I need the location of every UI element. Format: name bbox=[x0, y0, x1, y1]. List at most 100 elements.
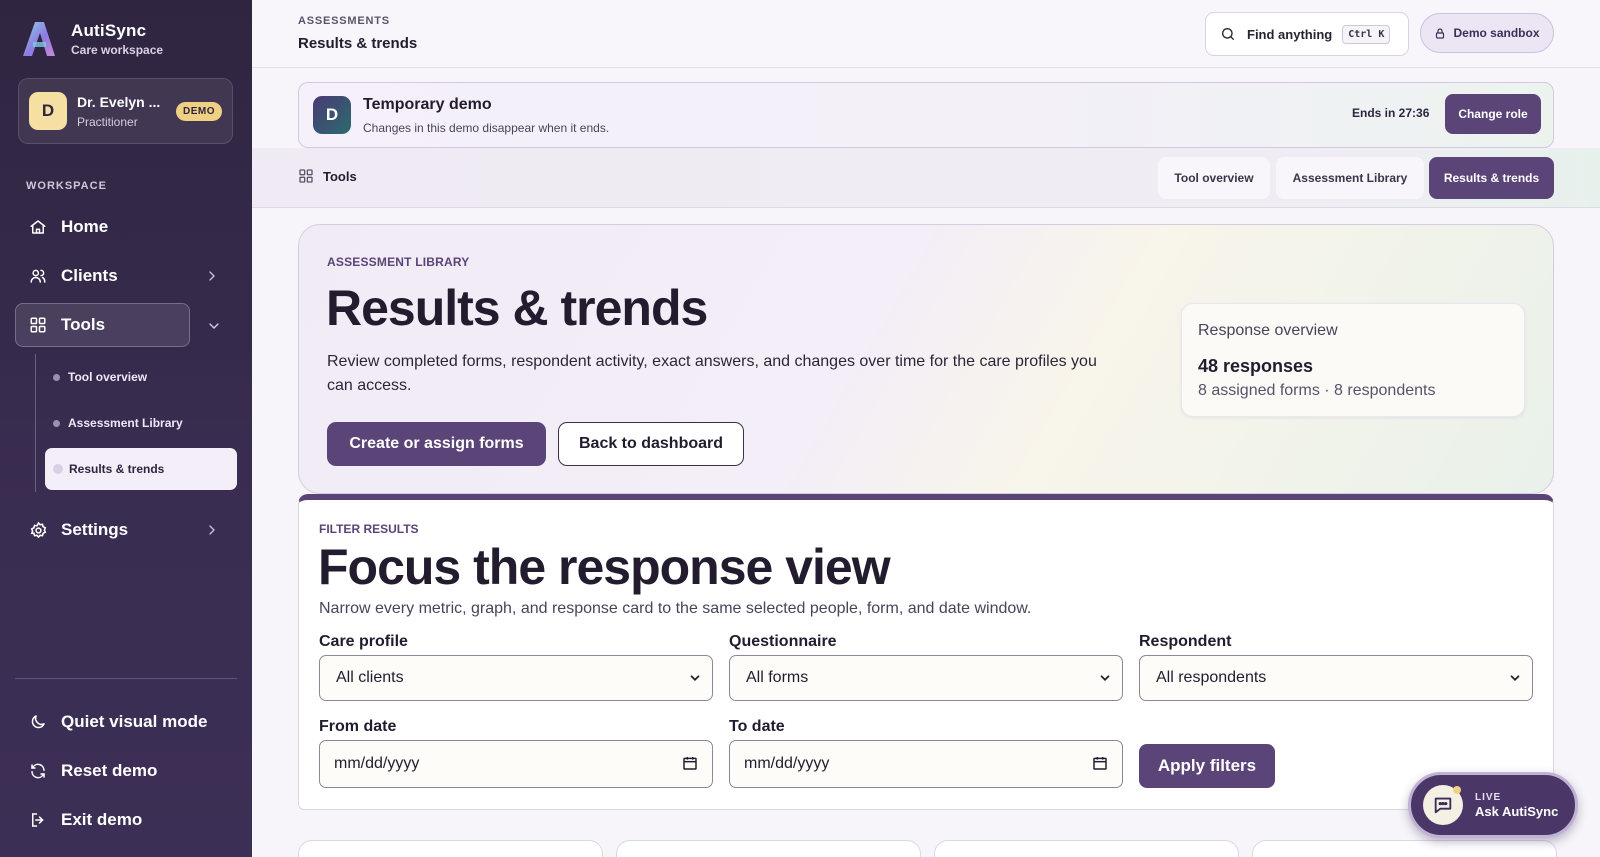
demo-description: Changes in this demo disappear when it e… bbox=[363, 121, 610, 135]
tab-assessment-library[interactable]: Assessment Library bbox=[1276, 157, 1424, 199]
refresh-icon bbox=[28, 761, 48, 781]
sidebar-item-label: Quiet visual mode bbox=[61, 712, 208, 731]
respondent-label: Respondent bbox=[1139, 633, 1232, 650]
chevron-down-icon[interactable] bbox=[206, 318, 222, 339]
to-date-placeholder: mm/dd/yyyy bbox=[744, 755, 830, 772]
chevron-down-icon bbox=[1098, 671, 1112, 690]
profile-role: Practitioner bbox=[77, 114, 138, 129]
sidebar-subitem-label: Results & trends bbox=[69, 462, 165, 476]
profile-name: Dr. Evelyn ... bbox=[77, 93, 161, 110]
demo-banner: D Temporary demo Changes in this demo di… bbox=[298, 82, 1554, 148]
sandbox-label: Demo sandbox bbox=[1453, 26, 1540, 40]
from-date-placeholder: mm/dd/yyyy bbox=[334, 755, 420, 772]
filter-panel: FILTER RESULTS Focus the response view N… bbox=[298, 494, 1554, 810]
brand-name: AutiSync bbox=[71, 21, 147, 40]
sidebar-subitem-label: Assessment Library bbox=[68, 416, 183, 430]
bullet-icon bbox=[53, 464, 63, 474]
from-date-input[interactable]: mm/dd/yyyy bbox=[319, 740, 713, 788]
search-label: Find anything bbox=[1247, 26, 1333, 42]
from-date-label: From date bbox=[319, 718, 397, 735]
tools-label-text: Tools bbox=[323, 168, 357, 184]
home-icon bbox=[28, 217, 48, 237]
tab-tool-overview[interactable]: Tool overview bbox=[1158, 157, 1270, 199]
change-role-button[interactable]: Change role bbox=[1445, 94, 1541, 134]
to-date-input[interactable]: mm/dd/yyyy bbox=[729, 740, 1123, 788]
logout-icon bbox=[28, 810, 48, 830]
bullet-icon bbox=[53, 419, 60, 427]
metric-card bbox=[298, 840, 603, 857]
care-profile-label: Care profile bbox=[319, 633, 408, 650]
bullet-icon bbox=[53, 373, 60, 381]
questionnaire-select[interactable]: All forms bbox=[729, 655, 1123, 701]
grid-icon bbox=[28, 315, 48, 335]
calendar-icon[interactable] bbox=[1092, 755, 1108, 776]
create-assign-forms-button[interactable]: Create or assign forms bbox=[327, 422, 546, 466]
users-icon bbox=[28, 266, 48, 286]
ask-autisync-button[interactable]: LIVE Ask AutiSync bbox=[1408, 772, 1578, 838]
tools-tab-bar: Tools Tool overview Assessment Library R… bbox=[252, 148, 1600, 208]
keyboard-shortcut: Ctrl K bbox=[1342, 24, 1391, 44]
brand[interactable]: AutiSync Care workspace bbox=[20, 20, 163, 58]
search-button[interactable]: Find anything Ctrl K bbox=[1205, 12, 1409, 56]
filter-description: Narrow every metric, graph, and response… bbox=[319, 600, 1032, 617]
respondent-select[interactable]: All respondents bbox=[1139, 655, 1533, 701]
page-title: Results & trends bbox=[298, 35, 418, 52]
overview-subtext: 8 assigned forms · 8 respondents bbox=[1198, 382, 1436, 399]
respondent-value: All respondents bbox=[1156, 669, 1267, 686]
demo-avatar: D bbox=[313, 96, 351, 134]
filter-title: Focus the response view bbox=[318, 539, 891, 595]
questionnaire-label: Questionnaire bbox=[729, 633, 837, 650]
sidebar-item-home[interactable]: Home bbox=[20, 205, 230, 249]
tab-results-trends[interactable]: Results & trends bbox=[1429, 157, 1554, 199]
overview-label: Response overview bbox=[1198, 322, 1338, 339]
hero-eyebrow: ASSESSMENT LIBRARY bbox=[327, 255, 470, 269]
chevron-right-icon[interactable] bbox=[204, 268, 220, 284]
moon-icon bbox=[28, 712, 48, 732]
top-bar: ASSESSMENTS Results & trends Find anythi… bbox=[252, 0, 1600, 68]
demo-sandbox-button[interactable]: Demo sandbox bbox=[1420, 13, 1554, 53]
care-profile-select[interactable]: All clients bbox=[319, 655, 713, 701]
chevron-down-icon bbox=[688, 671, 702, 690]
gear-icon bbox=[28, 520, 48, 540]
sidebar: AutiSync Care workspace D Dr. Evelyn ...… bbox=[0, 0, 252, 857]
chat-icon bbox=[1423, 785, 1463, 825]
sidebar-item-label: Reset demo bbox=[61, 761, 158, 780]
care-profile-value: All clients bbox=[336, 669, 404, 686]
tools-label: Tools bbox=[298, 168, 357, 184]
sidebar-item-label: Exit demo bbox=[61, 810, 143, 829]
apply-filters-button[interactable]: Apply filters bbox=[1139, 744, 1275, 788]
sidebar-subitem-results-trends[interactable]: Results & trends bbox=[45, 448, 237, 490]
sidebar-item-settings[interactable]: Settings bbox=[20, 508, 230, 552]
chevron-right-icon[interactable] bbox=[204, 522, 220, 538]
back-to-dashboard-button[interactable]: Back to dashboard bbox=[558, 422, 744, 466]
sidebar-item-label: Tools bbox=[61, 315, 106, 334]
hero-section: ASSESSMENT LIBRARY Results & trends Revi… bbox=[298, 224, 1554, 494]
chevron-down-icon bbox=[1508, 671, 1522, 690]
subnav-divider bbox=[35, 354, 36, 492]
live-indicator bbox=[1453, 786, 1461, 794]
sidebar-subitem-assessment-library[interactable]: Assessment Library bbox=[45, 402, 237, 444]
brand-subtitle: Care workspace bbox=[71, 43, 164, 57]
sidebar-item-tools[interactable]: Tools bbox=[15, 303, 190, 347]
sidebar-item-clients[interactable]: Clients bbox=[20, 254, 230, 298]
sidebar-item-reset-demo[interactable]: Reset demo bbox=[20, 749, 230, 793]
calendar-icon[interactable] bbox=[682, 755, 698, 776]
metric-card bbox=[1252, 840, 1557, 857]
live-label: Ask AutiSync bbox=[1475, 803, 1559, 819]
sidebar-item-label: Clients bbox=[61, 266, 118, 285]
sidebar-item-exit-demo[interactable]: Exit demo bbox=[20, 798, 230, 842]
demo-badge: DEMO bbox=[176, 101, 222, 121]
questionnaire-value: All forms bbox=[746, 669, 809, 686]
sidebar-divider bbox=[15, 678, 237, 679]
profile-card[interactable]: D Dr. Evelyn ... Practitioner DEMO bbox=[18, 78, 233, 144]
sidebar-subitem-tool-overview[interactable]: Tool overview bbox=[45, 356, 237, 398]
demo-title: Temporary demo bbox=[363, 96, 492, 113]
hero-title: Results & trends bbox=[326, 280, 708, 336]
filter-eyebrow: FILTER RESULTS bbox=[319, 522, 419, 536]
sidebar-item-quiet-mode[interactable]: Quiet visual mode bbox=[20, 700, 230, 744]
overview-value: 48 responses bbox=[1198, 356, 1314, 376]
to-date-label: To date bbox=[729, 718, 785, 735]
workspace-section-label: WORKSPACE bbox=[26, 180, 107, 192]
breadcrumb-section[interactable]: ASSESSMENTS bbox=[298, 15, 390, 27]
metric-card bbox=[934, 840, 1239, 857]
